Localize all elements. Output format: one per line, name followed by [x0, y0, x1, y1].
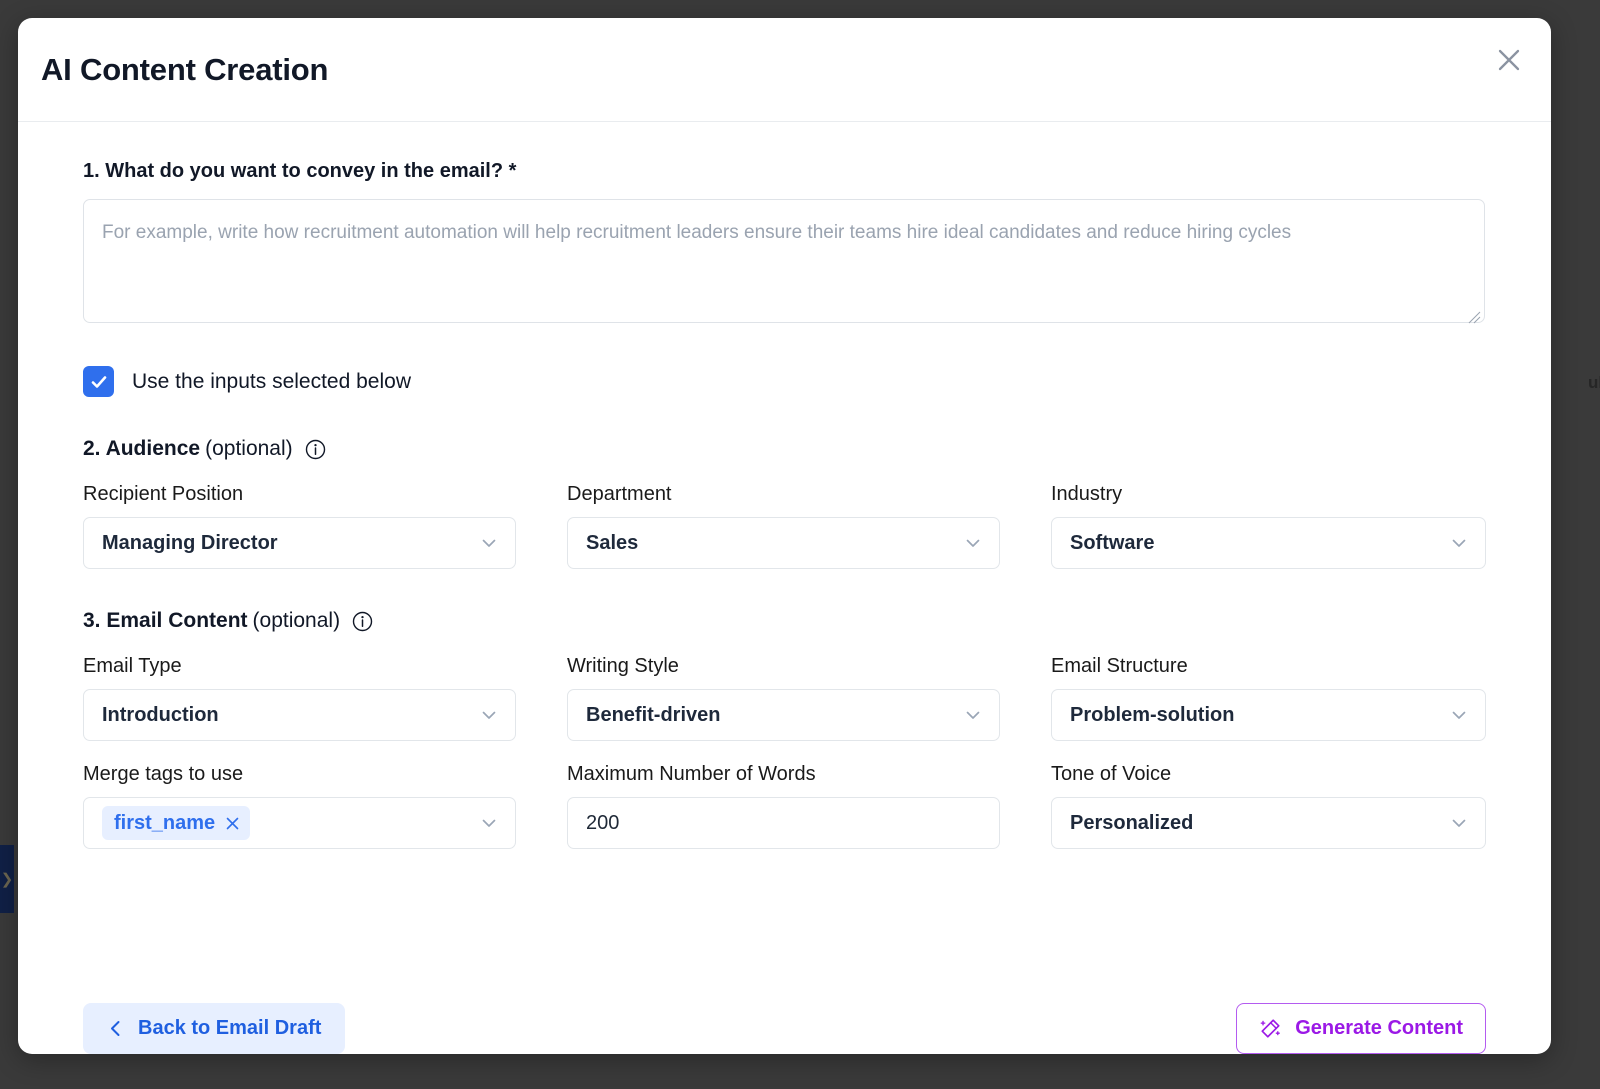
field-label: Recipient Position	[83, 483, 244, 505]
back-to-email-draft-button[interactable]: Back to Email Draft	[83, 1003, 346, 1054]
field-label: Tone of Voice	[1051, 763, 1172, 785]
email-type-select[interactable]: Introduction	[83, 689, 516, 741]
chevron-down-icon	[479, 813, 499, 833]
close-icon[interactable]	[1489, 40, 1529, 80]
back-button-label: Back to Email Draft	[138, 1017, 322, 1039]
modal-body: 1. What do you want to convey in the ema…	[18, 122, 1551, 971]
recipient-position-select[interactable]: Managing Director	[83, 517, 516, 569]
chevron-down-icon	[963, 533, 983, 553]
merge-tag-label: first_name	[114, 811, 216, 834]
chevron-right-icon: ❯	[0, 870, 14, 888]
info-icon[interactable]	[352, 611, 373, 632]
field-label: Email Type	[83, 655, 182, 677]
modal-header: AI Content Creation	[18, 18, 1551, 122]
field-label: Merge tags to use	[83, 763, 244, 785]
field-tone-of-voice: Tone of Voice Personalized	[1051, 763, 1486, 849]
modal-footer: Back to Email Draft Generate Content	[18, 971, 1551, 1054]
audience-field-grid: Recipient Position Managing Director Dep…	[83, 483, 1486, 569]
convey-textarea-wrap	[83, 199, 1485, 328]
ai-content-creation-modal: AI Content Creation 1. What do you want …	[18, 18, 1551, 1054]
email-structure-select[interactable]: Problem-solution	[1051, 689, 1486, 741]
chevron-left-icon	[107, 1019, 124, 1038]
sidebar-expand-rail[interactable]: ❯	[0, 845, 14, 913]
select-value: Problem-solution	[1070, 703, 1235, 726]
info-icon[interactable]	[305, 439, 326, 460]
department-select[interactable]: Sales	[567, 517, 1000, 569]
chevron-down-icon	[479, 533, 499, 553]
page-title: AI Content Creation	[41, 51, 329, 87]
tone-of-voice-select[interactable]: Personalized	[1051, 797, 1486, 849]
email-content-section-heading: 3. Email Content (optional)	[83, 609, 1486, 633]
generate-content-button[interactable]: Generate Content	[1236, 1003, 1486, 1054]
merge-tag-chip: first_name	[102, 806, 251, 840]
audience-section-optional: (optional)	[205, 437, 293, 460]
max-words-input[interactable]: 200	[567, 797, 1000, 849]
use-inputs-checkbox-row: Use the inputs selected below	[83, 366, 1486, 397]
field-label: Industry	[1051, 483, 1123, 505]
select-value: Sales	[586, 531, 639, 554]
audience-section-heading: 2. Audience (optional)	[83, 437, 1486, 461]
field-label: Maximum Number of Words	[567, 763, 816, 785]
industry-select[interactable]: Software	[1051, 517, 1486, 569]
writing-style-select[interactable]: Benefit-driven	[567, 689, 1000, 741]
field-max-words: Maximum Number of Words 200	[567, 763, 1000, 849]
background-text-fragment: ul	[1588, 373, 1600, 392]
select-value: Introduction	[102, 703, 219, 726]
right-edge-strip	[1588, 0, 1600, 1089]
select-value: Personalized	[1070, 811, 1194, 834]
email-content-section-optional: (optional)	[252, 609, 341, 632]
audience-section-title: 2. Audience	[83, 437, 201, 460]
select-value: Software	[1070, 531, 1155, 554]
field-merge-tags: Merge tags to use first_name	[83, 763, 516, 849]
magic-wand-icon	[1259, 1017, 1282, 1040]
chevron-down-icon	[1449, 533, 1469, 553]
select-value: Benefit-driven	[586, 703, 721, 726]
field-recipient-position: Recipient Position Managing Director	[83, 483, 516, 569]
use-inputs-checkbox-label: Use the inputs selected below	[132, 369, 411, 393]
chevron-down-icon	[1449, 705, 1469, 725]
convey-textarea[interactable]	[83, 199, 1485, 323]
field-department: Department Sales	[567, 483, 1000, 569]
field-email-structure: Email Structure Problem-solution	[1051, 655, 1486, 741]
check-icon	[91, 375, 106, 388]
chevron-down-icon	[963, 705, 983, 725]
generate-button-label: Generate Content	[1295, 1017, 1463, 1039]
chevron-down-icon	[1449, 813, 1469, 833]
field-label: Email Structure	[1051, 655, 1188, 677]
remove-tag-icon[interactable]	[224, 815, 241, 832]
merge-tags-select[interactable]: first_name	[83, 797, 516, 849]
field-writing-style: Writing Style Benefit-driven	[567, 655, 1000, 741]
input-value: 200	[586, 811, 620, 834]
field-industry: Industry Software	[1051, 483, 1486, 569]
field-label: Writing Style	[567, 655, 679, 677]
select-value: Managing Director	[102, 531, 278, 554]
use-inputs-checkbox[interactable]	[83, 366, 114, 397]
email-content-section-title: 3. Email Content	[83, 609, 248, 632]
field-label: Department	[567, 483, 672, 505]
field-email-type: Email Type Introduction	[83, 655, 516, 741]
chevron-down-icon	[479, 705, 499, 725]
email-content-field-grid: Email Type Introduction Writing Style Be…	[83, 655, 1486, 849]
convey-question-label: 1. What do you want to convey in the ema…	[83, 160, 517, 182]
